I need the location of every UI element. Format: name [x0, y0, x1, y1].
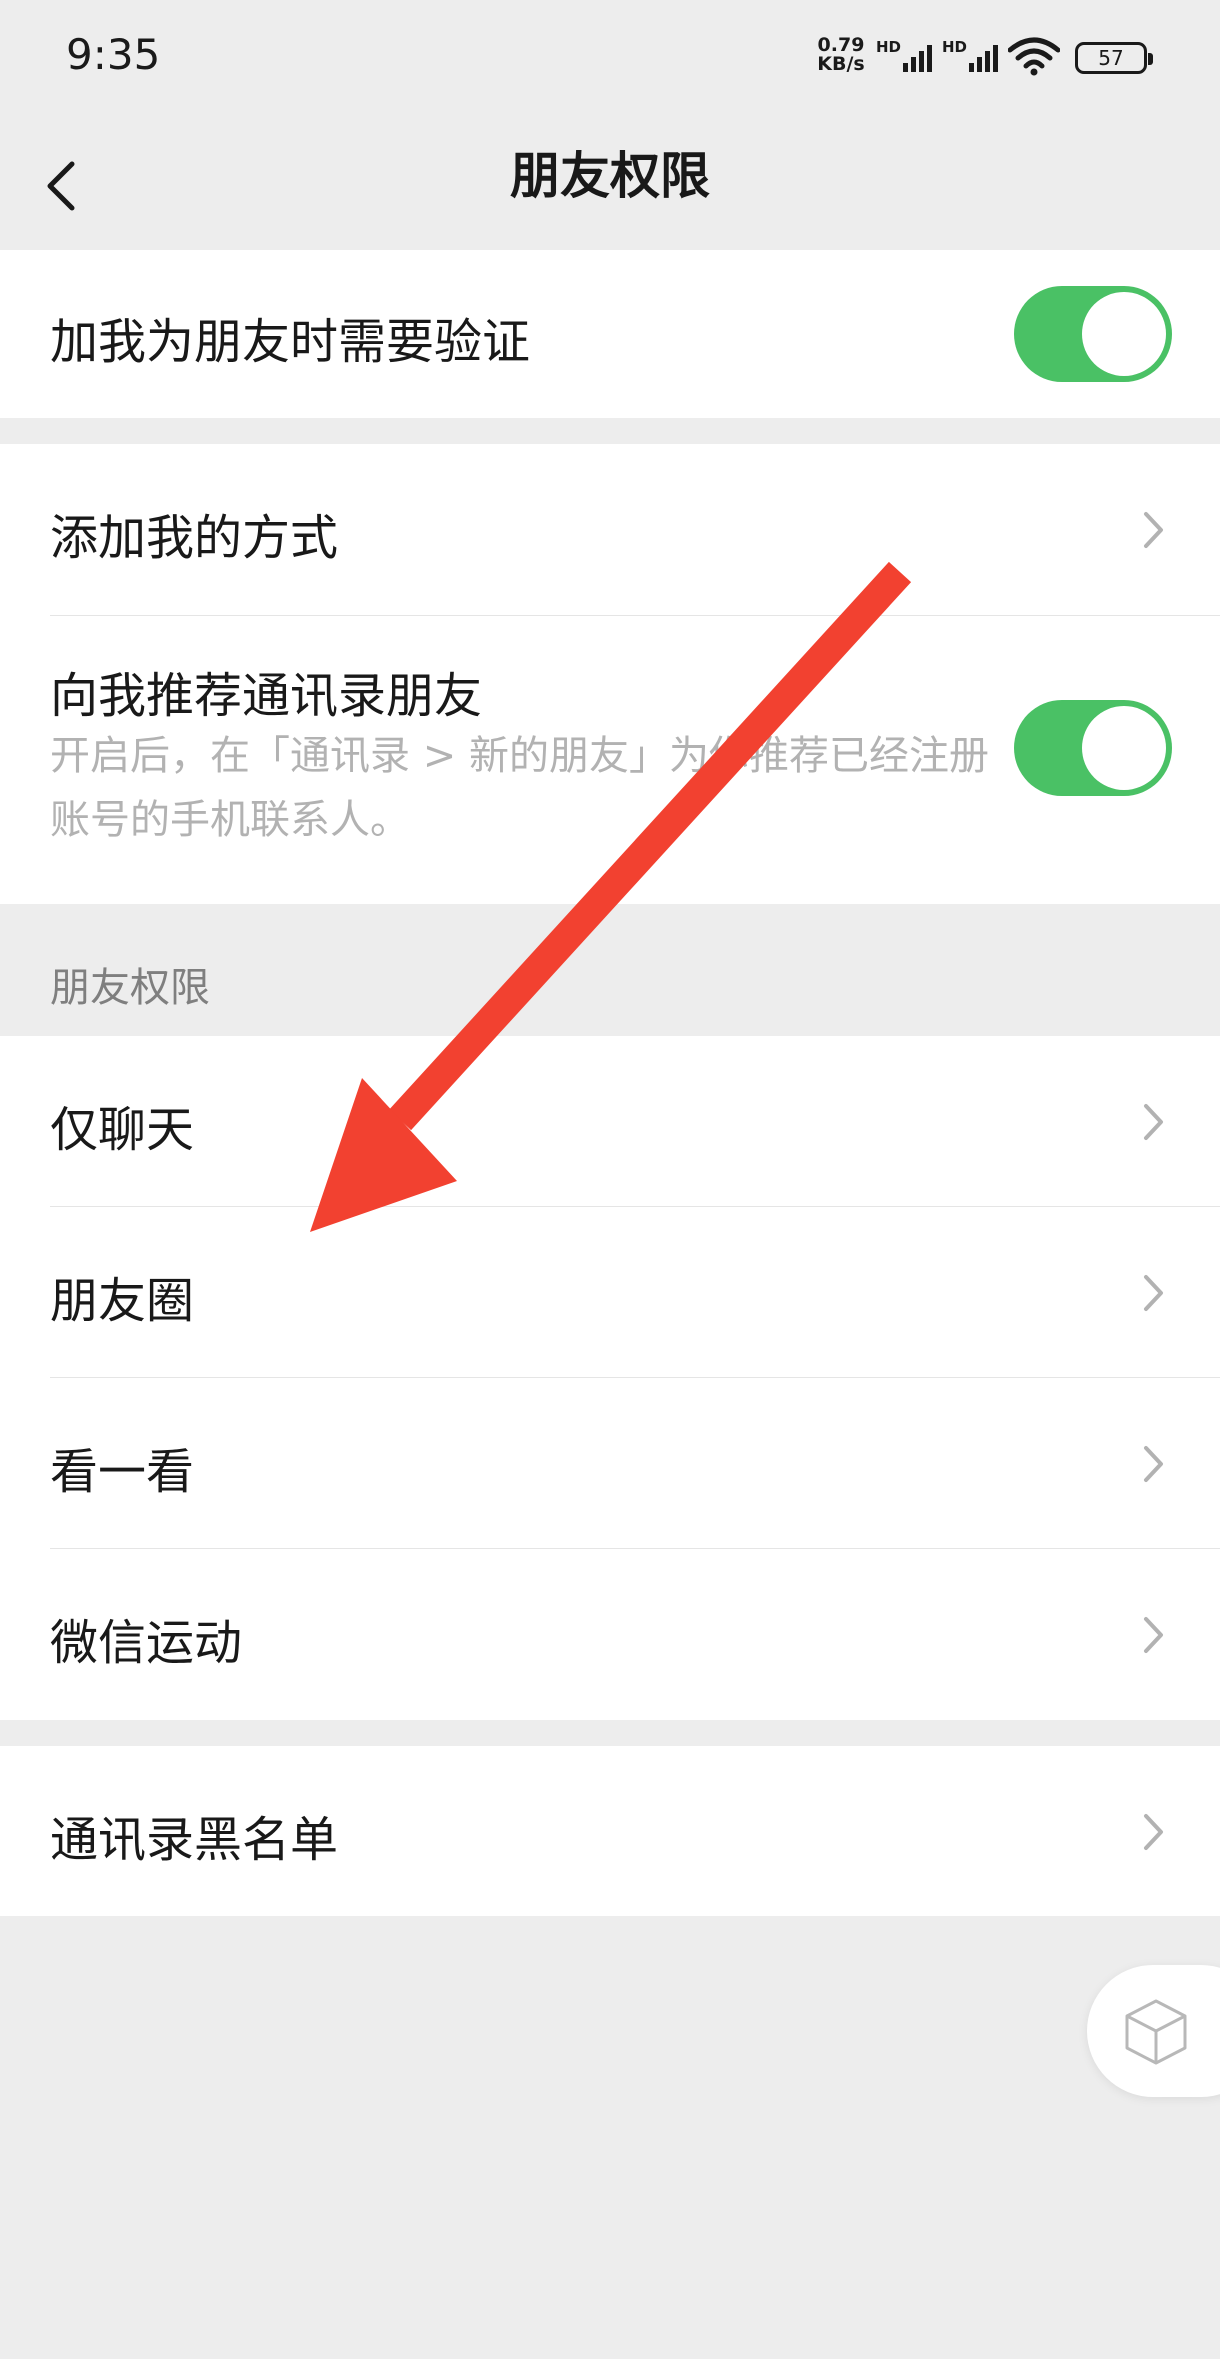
nav-bar: 朋友权限	[0, 120, 1220, 250]
chevron-right-icon	[1144, 1814, 1163, 1850]
hd-label: HD	[942, 38, 968, 56]
hd-label: HD	[876, 38, 902, 56]
chevron-right-icon	[1144, 1446, 1163, 1482]
toggle-knob	[1082, 706, 1166, 790]
permission-row-top-stories[interactable]: 看一看	[0, 1378, 1220, 1549]
toggle-knob	[1082, 292, 1166, 376]
verify-row: 加我为朋友时需要验证	[0, 250, 1220, 418]
permission-row-chat-only[interactable]: 仅聊天	[0, 1036, 1220, 1207]
network-speed-unit: KB/s	[817, 53, 865, 75]
blacklist-label: 通讯录黑名单	[50, 1812, 339, 1868]
add-methods-label: 添加我的方式	[50, 510, 339, 566]
status-bar: 9:35 0.79 KB/s HD HD 57	[0, 0, 1220, 120]
back-button[interactable]	[30, 150, 100, 220]
verify-toggle[interactable]	[1014, 286, 1172, 382]
permission-label: 朋友圈	[50, 1273, 195, 1329]
recommend-label: 向我推荐通讯录朋友	[50, 668, 483, 724]
chevron-right-icon	[1144, 1617, 1163, 1653]
chevron-right-icon	[1144, 1275, 1163, 1311]
permission-row-moments[interactable]: 朋友圈	[0, 1207, 1220, 1378]
permission-label: 仅聊天	[50, 1102, 195, 1158]
add-methods-row[interactable]: 添加我的方式	[0, 444, 1220, 616]
permission-label: 看一看	[50, 1444, 195, 1500]
permission-row-werun[interactable]: 微信运动	[0, 1549, 1220, 1720]
blacklist-row[interactable]: 通讯录黑名单	[0, 1746, 1220, 1916]
permission-label: 微信运动	[50, 1615, 243, 1671]
floating-button[interactable]	[1087, 1965, 1220, 2097]
verify-card: 加我为朋友时需要验证	[0, 250, 1220, 418]
chevron-right-icon	[1144, 1104, 1163, 1140]
status-time: 9:35	[66, 30, 161, 79]
chevron-right-icon	[1144, 512, 1163, 548]
chevron-left-icon	[47, 161, 75, 211]
page-title: 朋友权限	[510, 147, 710, 205]
network-speed: 0.79 KB/s	[814, 36, 868, 74]
verify-label: 加我为朋友时需要验证	[50, 314, 531, 370]
discovery-card: 添加我的方式 向我推荐通讯录朋友 开启后，在「通讯录 > 新的朋友」为你推荐已经…	[0, 444, 1220, 904]
battery-indicator: 57	[1075, 42, 1153, 74]
permissions-card: 仅聊天 朋友圈 看一看 微信运动	[0, 1036, 1220, 1720]
recommend-row: 向我推荐通讯录朋友 开启后，在「通讯录 > 新的朋友」为你推荐已经注册账号的手机…	[0, 616, 1220, 904]
signal-1-icon: HD	[876, 38, 932, 74]
page: 9:35 0.79 KB/s HD HD 57 朋友权限 加我为朋友时需要验证 …	[0, 0, 1220, 2359]
signal-2-icon: HD	[942, 38, 998, 74]
blacklist-card: 通讯录黑名单	[0, 1746, 1220, 1916]
recommend-description: 开启后，在「通讯录 > 新的朋友」为你推荐已经注册账号的手机联系人。	[50, 733, 989, 843]
section-header-permissions: 朋友权限	[50, 965, 210, 1011]
cube-icon	[1125, 1999, 1187, 2065]
wifi-icon	[1008, 37, 1060, 76]
recommend-toggle[interactable]	[1014, 700, 1172, 796]
